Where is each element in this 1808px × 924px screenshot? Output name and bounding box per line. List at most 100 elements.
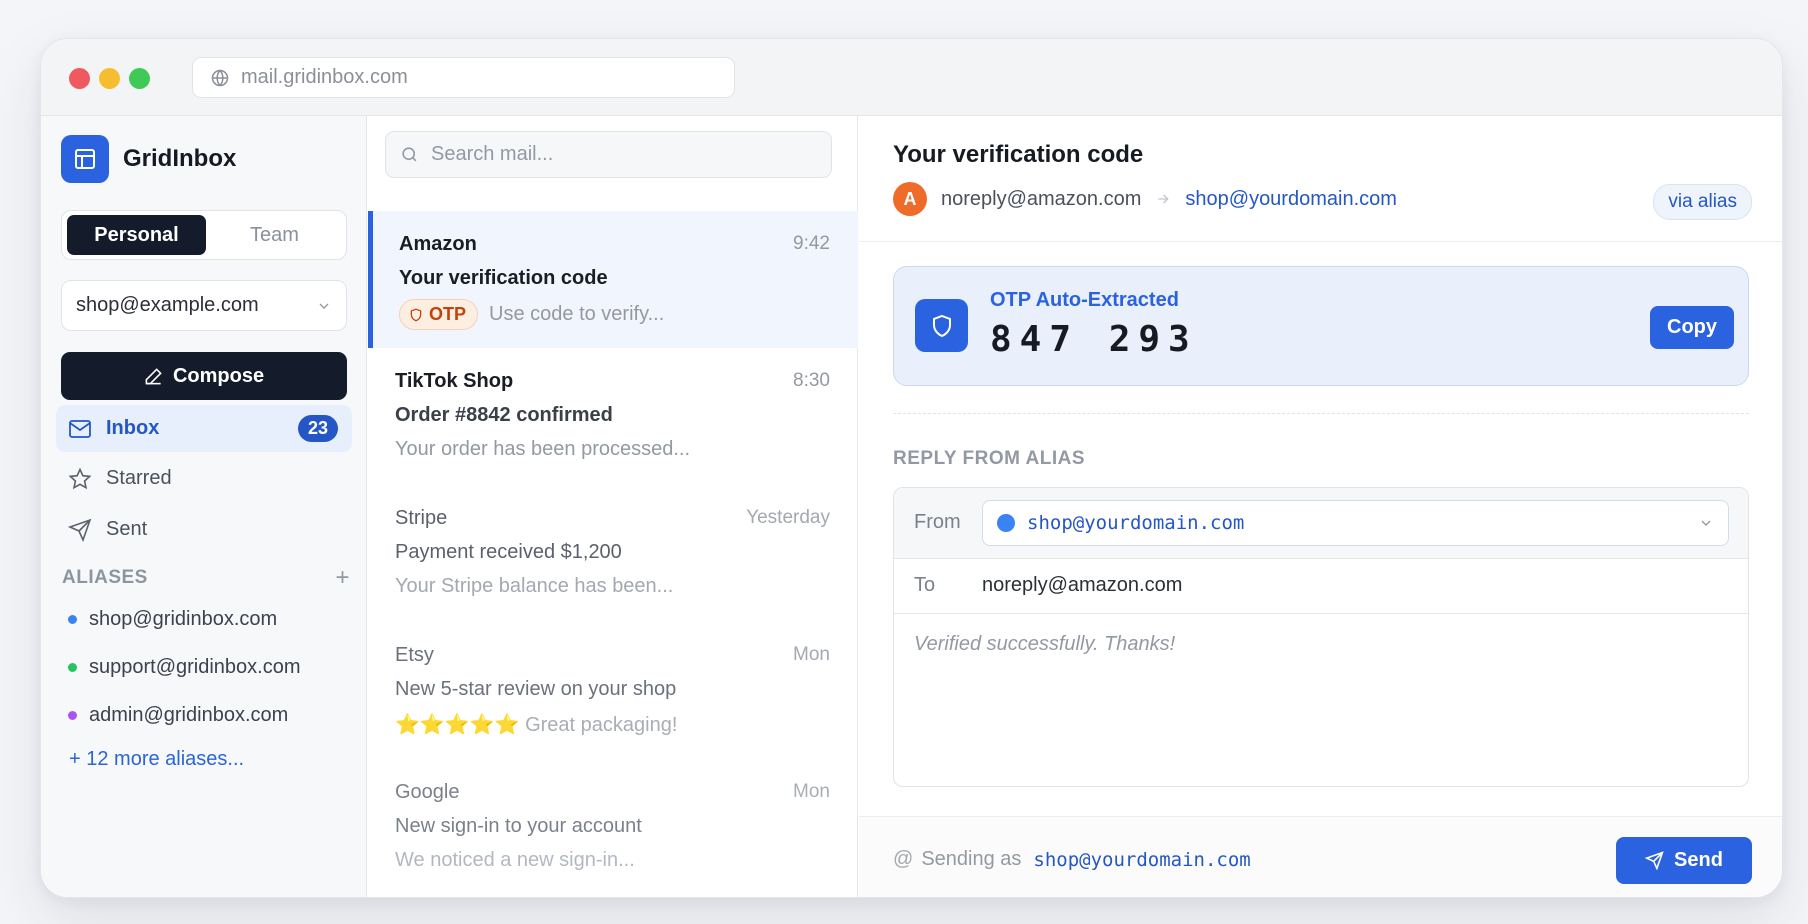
mail-list: Search mail... Amazon 9:42 Your verifica…: [368, 116, 858, 897]
alias-address: support@gridinbox.com: [89, 656, 301, 678]
via-alias-badge: via alias: [1653, 184, 1752, 220]
alias-item[interactable]: shop@gridinbox.com: [68, 608, 277, 631]
mail-subject: Payment received $1,200: [395, 541, 622, 563]
star-icon: [68, 467, 92, 489]
reading-pane: Your verification code A noreply@amazon.…: [859, 116, 1782, 897]
aliases-heading: ALIASES: [62, 567, 148, 588]
compose-label: Compose: [172, 364, 265, 387]
at-icon: @: [893, 848, 914, 870]
mail-time: Mon: [793, 781, 830, 802]
email-to: shop@yourdomain.com: [1185, 187, 1397, 210]
reply-footer: @ Sending as shop@yourdomain.com Send: [859, 816, 1782, 897]
search-input[interactable]: Search mail...: [385, 131, 832, 178]
send-label: Send: [1674, 849, 1723, 871]
search-icon: [402, 147, 417, 162]
mail-time: Mon: [793, 644, 830, 665]
mail-time: Yesterday: [746, 507, 830, 528]
mail-preview: We noticed a new sign-in...: [395, 849, 635, 871]
mail-item-amazon[interactable]: Amazon 9:42 Your verification code OTP U…: [368, 211, 858, 348]
shield-icon: [410, 307, 422, 322]
inbox-count-badge: 23: [297, 415, 338, 442]
mail-sender: TikTok Shop: [395, 370, 514, 392]
mail-subject: New 5-star review on your shop: [395, 678, 677, 700]
add-alias-icon[interactable]: +: [335, 564, 350, 592]
divider: [893, 413, 1749, 414]
close-window-button[interactable]: [69, 68, 90, 89]
maximize-window-button[interactable]: [129, 68, 150, 89]
sidebar-item-sent[interactable]: Sent: [56, 506, 352, 553]
shield-icon: [915, 299, 968, 352]
send-icon: [1645, 851, 1664, 870]
avatar: A: [893, 182, 927, 216]
mail-sender: Amazon: [399, 233, 477, 255]
send-button[interactable]: Send: [1616, 837, 1752, 884]
mail-item-stripe[interactable]: Stripe Yesterday Payment received $1,200…: [368, 485, 858, 622]
chevron-down-icon: [1701, 520, 1711, 526]
workspace-switcher: Personal Team: [61, 210, 347, 260]
sidebar-item-label: Sent: [106, 518, 148, 540]
mail-preview: Use code to verify...: [489, 303, 665, 325]
more-aliases-link[interactable]: + 12 more aliases...: [69, 748, 244, 771]
address-bar[interactable]: mail.gridinbox.com: [192, 57, 735, 98]
tab-team[interactable]: Team: [205, 215, 344, 255]
from-label: From: [914, 511, 961, 533]
alias-item[interactable]: admin@gridinbox.com: [68, 704, 288, 727]
sending-as-address: shop@yourdomain.com: [1033, 848, 1251, 871]
account-select[interactable]: shop@example.com: [61, 280, 347, 331]
mail-item-google[interactable]: Google Mon New sign-in to your account W…: [368, 759, 858, 896]
mail-time: 9:42: [793, 233, 830, 254]
alias-color-dot: [997, 514, 1015, 532]
title-bar: mail.gridinbox.com: [41, 39, 1782, 116]
sidebar-item-inbox[interactable]: Inbox 23: [56, 405, 352, 452]
email-from: noreply@amazon.com: [941, 187, 1142, 210]
alias-color-dot: [68, 663, 77, 672]
alias-color-dot: [68, 711, 77, 720]
mail-subject: Your verification code: [399, 267, 608, 289]
search-placeholder: Search mail...: [431, 143, 554, 165]
send-icon: [68, 518, 92, 542]
otp-card: OTP Auto-Extracted 847 293 Copy: [893, 266, 1749, 386]
mail-preview: ⭐⭐⭐⭐⭐ Great packaging!: [395, 714, 678, 736]
browser-window: mail.gridinbox.com GridInbox Personal Te…: [40, 38, 1783, 898]
copy-button[interactable]: Copy: [1650, 306, 1734, 349]
sidebar-item-label: Inbox: [106, 417, 160, 439]
sidebar-item-label: Starred: [106, 467, 172, 489]
sending-as: @ Sending as shop@yourdomain.com: [893, 848, 1251, 871]
mail-time: 8:30: [793, 370, 830, 391]
minimize-window-button[interactable]: [99, 68, 120, 89]
sidebar: GridInbox Personal Team shop@example.com…: [41, 116, 367, 897]
url-text: mail.gridinbox.com: [241, 66, 408, 88]
reply-body-input[interactable]: Verified successfully. Thanks!: [914, 633, 1175, 656]
to-label: To: [914, 574, 936, 596]
logo-icon: [61, 135, 109, 183]
reply-composer: From shop@yourdomain.com To noreply@amaz…: [893, 487, 1749, 787]
account-email: shop@example.com: [76, 294, 259, 316]
to-field[interactable]: noreply@amazon.com: [982, 574, 1182, 597]
mail-subject: Order #8842 confirmed: [395, 404, 613, 426]
chevron-down-icon: [319, 303, 329, 309]
otp-label: OTP Auto-Extracted: [990, 289, 1179, 311]
mail-icon: [69, 419, 91, 438]
mail-item-tiktok[interactable]: TikTok Shop 8:30 Order #8842 confirmed Y…: [368, 348, 858, 485]
mail-item-etsy[interactable]: Etsy Mon New 5-star review on your shop …: [368, 622, 858, 759]
otp-chip-label: OTP: [429, 304, 467, 324]
compose-button[interactable]: Compose: [61, 352, 347, 400]
mail-subject: New sign-in to your account: [395, 815, 642, 837]
alias-item[interactable]: support@gridinbox.com: [68, 656, 301, 679]
mail-preview: Your order has been processed...: [395, 438, 691, 460]
from-alias-select[interactable]: shop@yourdomain.com: [982, 500, 1729, 546]
email-subject: Your verification code: [893, 141, 1144, 168]
aliases-section-header: ALIASES +: [62, 564, 350, 592]
from-alias-value: shop@yourdomain.com: [1027, 512, 1245, 534]
alias-address: shop@gridinbox.com: [89, 608, 278, 630]
tab-personal[interactable]: Personal: [67, 215, 206, 255]
sending-as-label: Sending as: [921, 848, 1022, 870]
alias-color-dot: [68, 615, 77, 624]
mail-sender: Etsy: [395, 644, 434, 666]
otp-code: 847 293: [990, 319, 1198, 360]
otp-chip: OTP: [399, 299, 479, 330]
mail-sender: Stripe: [395, 507, 448, 529]
sidebar-item-starred[interactable]: Starred: [56, 455, 352, 502]
email-meta: A noreply@amazon.com shop@yourdomain.com: [893, 182, 1397, 216]
arrow-right-icon: [1158, 194, 1170, 204]
